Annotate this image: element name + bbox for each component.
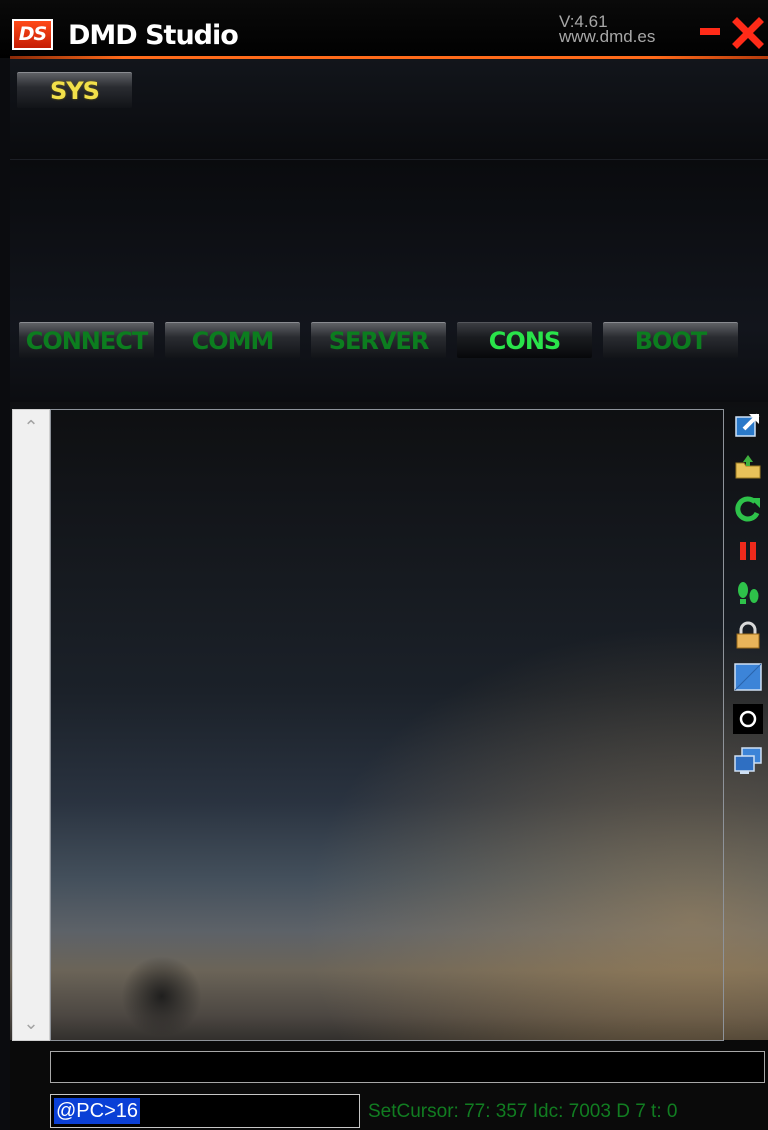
prompt-field[interactable]: @PC>16 [50,1094,360,1128]
sys-button[interactable]: SYS [17,72,132,108]
blue-square-icon[interactable] [733,662,763,692]
app-title: DMD Studio [68,20,239,51]
console-scrollbar[interactable]: ⌃ ⌄ [12,409,50,1041]
app-window: DS DMD Studio V:4.61 www.dmd.es SYS CONN… [0,0,768,1130]
external-link-icon[interactable] [733,410,763,440]
circle-icon[interactable] [733,704,763,734]
app-logo: DS [12,19,53,50]
version-info: V:4.61 www.dmd.es [559,13,656,46]
console-output[interactable] [50,409,724,1041]
prompt-text: @PC>16 [54,1098,141,1124]
status-text: SetCursor: 77: 357 Idc: 7003 D 7 t: 0 [368,1101,678,1122]
tab-boot[interactable]: BOOT [603,322,738,358]
command-input[interactable] [50,1051,765,1083]
lock-icon[interactable] [733,620,763,650]
tab-server[interactable]: SERVER [311,322,446,358]
scroll-down-arrow-icon[interactable]: ⌄ [13,1008,49,1038]
open-folder-icon[interactable] [733,452,763,482]
close-icon[interactable] [731,16,765,50]
scroll-up-arrow-icon[interactable]: ⌃ [13,412,49,442]
header-background [10,160,768,400]
tab-connect[interactable]: CONNECT [19,322,154,358]
footsteps-icon[interactable] [733,578,763,608]
windows-icon[interactable] [733,746,763,776]
tab-cons[interactable]: CONS [457,322,592,358]
minimize-icon[interactable] [700,28,720,35]
pause-icon[interactable] [733,536,763,566]
refresh-icon[interactable] [733,494,763,524]
website-label: www.dmd.es [559,27,656,46]
title-bar[interactable]: DS DMD Studio V:4.61 www.dmd.es [0,0,768,58]
tab-comm[interactable]: COMM [165,322,300,358]
